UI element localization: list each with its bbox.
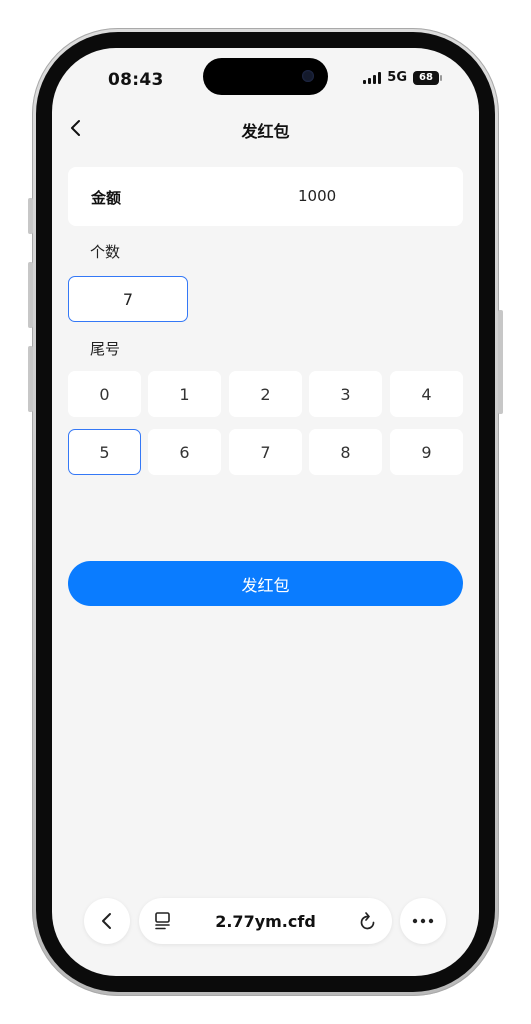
status-indicators: 5G 68: [363, 70, 442, 85]
digit-button-2[interactable]: 2: [229, 371, 302, 417]
more-options-button[interactable]: [400, 898, 446, 944]
digit-button-6[interactable]: 6: [148, 429, 221, 475]
action-button: [28, 198, 33, 234]
digit-button-4[interactable]: 4: [390, 371, 463, 417]
send-red-packet-button[interactable]: 发红包: [68, 561, 463, 606]
dynamic-island: [203, 58, 328, 95]
digit-button-8[interactable]: 8: [309, 429, 382, 475]
digit-button-7[interactable]: 7: [229, 429, 302, 475]
battery-icon: 68: [413, 70, 442, 85]
status-time: 08:43: [108, 70, 164, 90]
battery-level: 68: [419, 72, 433, 83]
digit-button-9[interactable]: 9: [390, 429, 463, 475]
screen: 08:43 5G 68 发红包 金额 1000 个数 7 尾号 0 1 2 3 …: [52, 48, 479, 976]
tail-number-label: 尾号: [90, 340, 121, 358]
amount-input[interactable]: 1000: [298, 187, 336, 205]
network-type: 5G: [387, 70, 407, 85]
count-input[interactable]: 7: [68, 276, 188, 322]
device-stage: 08:43 5G 68 发红包 金额 1000 个数 7 尾号 0 1 2 3 …: [0, 0, 531, 1024]
digit-button-5[interactable]: 5: [68, 429, 141, 475]
power-button: [498, 310, 503, 414]
chevron-left-icon: [102, 913, 111, 929]
volume-down-button: [28, 346, 33, 412]
reload-icon[interactable]: [358, 910, 378, 932]
page-title: 发红包: [241, 122, 290, 141]
signal-icon: [363, 71, 382, 84]
address-bar[interactable]: 2.77ym.cfd: [139, 898, 392, 944]
digit-button-1[interactable]: 1: [148, 371, 221, 417]
digit-button-3[interactable]: 3: [309, 371, 382, 417]
browser-back-button[interactable]: [84, 898, 130, 944]
more-icon: [412, 918, 434, 924]
count-label: 个数: [90, 243, 121, 261]
amount-row[interactable]: 金额 1000: [68, 167, 463, 226]
digit-button-0[interactable]: 0: [68, 371, 141, 417]
amount-label: 金额: [91, 189, 122, 207]
camera-icon: [302, 70, 314, 82]
volume-up-button: [28, 262, 33, 328]
url-text: 2.77ym.cfd: [215, 912, 316, 931]
